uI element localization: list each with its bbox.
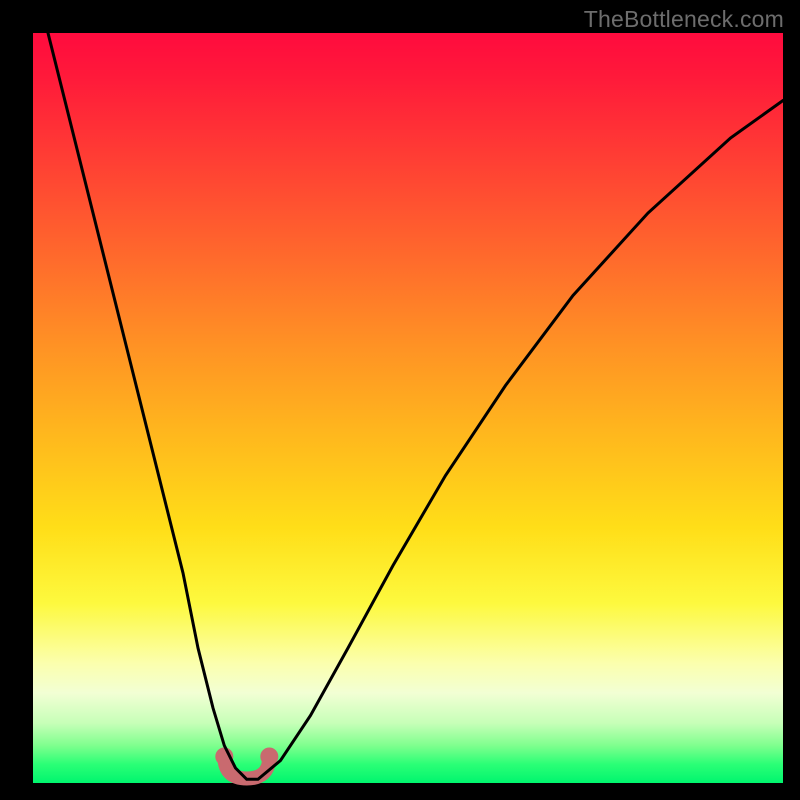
bottleneck-curve: [48, 33, 783, 779]
chart-svg: [33, 33, 783, 783]
outer-frame: TheBottleneck.com: [0, 0, 800, 800]
watermark-text: TheBottleneck.com: [584, 6, 784, 33]
plot-area: [33, 33, 783, 783]
